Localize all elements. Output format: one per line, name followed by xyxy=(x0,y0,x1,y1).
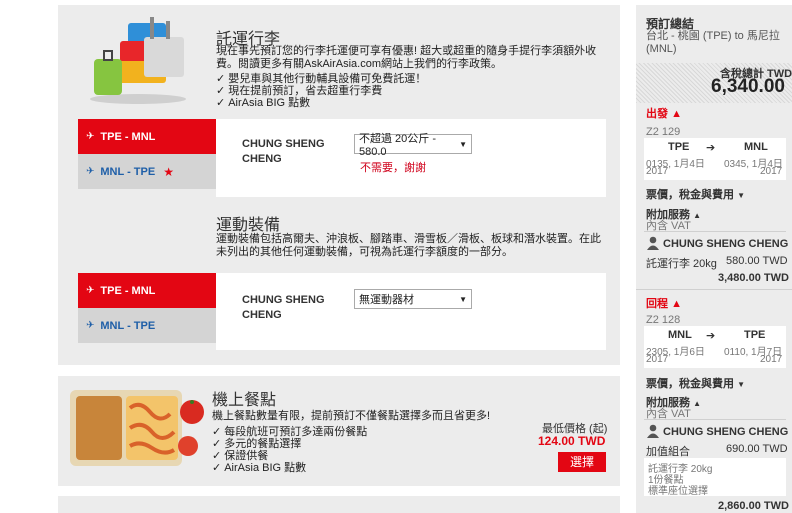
sports-route-tab-mnl-tpe[interactable]: ✈ MNL - TPE xyxy=(78,308,216,343)
passenger-name: CHUNG SHENG CHENG xyxy=(242,294,325,321)
return-subtotal: 2,860.00 TWD xyxy=(718,500,789,512)
baggage-description: 現在事先預訂您的行李托運便可享有優惠! 超大或超重的隨身手提行李須額外收費。閱讀… xyxy=(216,45,597,70)
meal-description: 機上餐點數量有限，提前預訂不僅餐點選擇多而且省更多! xyxy=(212,410,491,422)
outbound-passenger: CHUNG SHENG CHENG xyxy=(646,236,788,250)
return-arr-year: 2017 xyxy=(760,354,783,365)
baggage-route-tab-tpe-mnl[interactable]: ✈ TPE - MNL xyxy=(78,119,230,154)
check-icon: ✓ xyxy=(212,426,222,438)
chevron-down-icon: ▼ xyxy=(459,139,467,149)
outbound-flight-number: Z2 129 xyxy=(646,126,681,138)
user-icon xyxy=(647,424,659,438)
caret-up-icon: ▲ xyxy=(671,108,682,120)
combo-item: 標準座位選擇 xyxy=(648,486,708,497)
outbound-item-label: 託運行李 20kg xyxy=(646,258,717,270)
return-combo-label: 加值組合 xyxy=(646,446,690,458)
check-icon: ✓ xyxy=(216,73,226,85)
baggage-passenger-card: CHUNG SHENG CHENG 不超過 20公斤 - 580.0 ▼ 不需要，… xyxy=(216,119,606,197)
divider xyxy=(636,289,792,290)
return-dep-year: 2017 xyxy=(646,354,669,365)
baggage-weight-select[interactable]: 不超過 20公斤 - 580.0 ▼ xyxy=(354,133,472,158)
meal-title: 機上餐點 xyxy=(212,392,277,409)
return-label[interactable]: 回程 ▲ xyxy=(646,295,682,311)
return-flight-number: Z2 128 xyxy=(646,314,681,326)
outbound-dep-year: 2017 xyxy=(646,166,669,177)
check-icon: ✓ xyxy=(216,85,226,97)
benefit-item: ✓ 多元的餐點選擇 xyxy=(212,438,302,450)
benefit-item: ✓ 每段航班可預訂多達兩份餐點 xyxy=(212,426,368,438)
total-amount: 6,340.00 xyxy=(711,76,785,97)
check-icon: ✓ xyxy=(216,97,226,109)
chevron-down-icon: ▼ xyxy=(459,294,467,304)
benefit-item: ✓ 保證供餐 xyxy=(212,450,269,462)
outbound-arr-year: 2017 xyxy=(760,166,783,177)
divider xyxy=(644,419,786,420)
outbound-arrow-icon: ➔ xyxy=(706,142,716,154)
return-from-code: MNL xyxy=(668,329,692,341)
return-to-code: TPE xyxy=(744,329,766,341)
chevron-down-icon: ▼ xyxy=(737,380,745,389)
chevron-down-icon: ▼ xyxy=(737,191,745,200)
baggage-panel: 託運行李 現在事先預訂您的行李托運便可享有優惠! 超大或超重的隨身手提行李須額外… xyxy=(58,5,620,365)
baggage-route-tab-mnl-tpe[interactable]: ✈ MNL - TPE ★ xyxy=(78,154,216,189)
outbound-to-code: MNL xyxy=(744,141,768,153)
sports-equipment-select[interactable]: 無運動器材 ▼ xyxy=(354,289,472,309)
check-icon: ✓ xyxy=(212,450,222,462)
passenger-name: CHUNG SHENG CHENG xyxy=(242,138,325,165)
next-section-panel xyxy=(58,496,620,513)
caret-up-icon: ▲ xyxy=(693,399,701,408)
outbound-flight-box: TPE ➔ MNL 0135, 1月4日 0345, 1月4日 2017 201… xyxy=(644,138,786,180)
user-icon xyxy=(647,236,659,250)
meal-benefits: ✓ 每段航班可預訂多達兩份餐點 ✓ 多元的餐點選擇 ✓ 保證供餐 ✓ AirAsia B… xyxy=(212,426,367,474)
plane-icon: ✈ xyxy=(86,166,95,177)
check-icon: ✓ xyxy=(212,438,222,450)
outbound-label[interactable]: 出發 ▲ xyxy=(646,105,682,121)
meal-select-button[interactable]: 選擇 xyxy=(558,452,606,472)
return-combo-details: 託運行李 20kg 1份餐點 標準座位選擇 xyxy=(644,458,786,497)
return-flight-box: MNL ➔ TPE 2305, 1月6日 0110, 1月7日 2017 201… xyxy=(644,326,786,368)
summary-route: 台北 - 桃園 (TPE) to 馬尼拉 (MNL) xyxy=(646,30,780,55)
check-icon: ✓ xyxy=(212,462,222,474)
outbound-fares-toggle[interactable]: 票價，稅金與費用 ▼ xyxy=(646,186,745,202)
baggage-benefits: ✓ 嬰兒車與其他行動輔具設備可免費託運！ ✓ 現在提前預訂，省去超重行李費 ✓ Air… xyxy=(216,73,426,109)
outbound-subtotal: 3,480.00 TWD xyxy=(718,272,789,284)
sports-title: 運動裝備 xyxy=(216,217,281,234)
plane-icon: ✈ xyxy=(86,285,95,296)
return-combo-price: 690.00 TWD xyxy=(726,443,788,455)
sports-route-tab-tpe-mnl[interactable]: ✈ TPE - MNL xyxy=(78,273,230,308)
decline-baggage-link[interactable]: 不需要，謝謝 xyxy=(360,159,426,175)
return-arrow-icon: ➔ xyxy=(706,330,716,342)
caret-up-icon: ▲ xyxy=(671,298,682,310)
plane-icon: ✈ xyxy=(86,131,95,142)
benefit-item: ✓ AirAsia BIG 點數 xyxy=(216,97,311,109)
divider xyxy=(644,231,786,232)
luggage-illustration xyxy=(90,17,186,104)
return-fares-toggle[interactable]: 票價，稅金與費用 ▼ xyxy=(646,375,745,391)
outbound-item-price: 580.00 TWD xyxy=(726,255,788,267)
sports-passenger-card: CHUNG SHENG CHENG 無運動器材 ▼ xyxy=(216,273,606,350)
sports-description: 運動裝備包括高爾夫、沖浪板、腳踏車、滑雪板／滑板、板球和潛水裝置。在此未列出的其… xyxy=(216,233,601,258)
benefit-item: ✓ AirAsia BIG 點數 xyxy=(212,462,307,474)
meal-panel: 機上餐點 機上餐點數量有限，提前預訂不僅餐點選擇多而且省更多! ✓ 每段航班可預訂… xyxy=(58,376,620,486)
plane-icon: ✈ xyxy=(86,320,95,331)
star-icon: ★ xyxy=(163,164,174,179)
meal-image xyxy=(70,390,204,466)
benefit-item: ✓ 現在提前預訂，省去超重行李費 xyxy=(216,85,383,97)
booking-summary-panel: 預訂總結 台北 - 桃園 (TPE) to 馬尼拉 (MNL) 含稅總計 TWD… xyxy=(636,5,792,513)
caret-up-icon: ▲ xyxy=(693,211,701,220)
return-passenger: CHUNG SHENG CHENG xyxy=(646,424,788,438)
benefit-item: ✓ 嬰兒車與其他行動輔具設備可免費託運！ xyxy=(216,73,427,85)
meal-price: 124.00 TWD xyxy=(538,434,606,448)
outbound-from-code: TPE xyxy=(668,141,690,153)
